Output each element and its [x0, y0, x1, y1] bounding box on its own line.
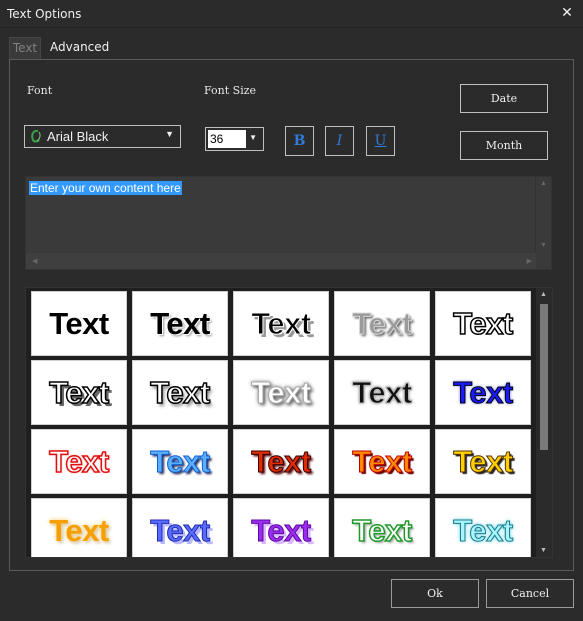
style-option-orange-red-outline[interactable]: Text: [334, 429, 430, 494]
close-icon[interactable]: ✕: [559, 5, 575, 21]
title-bar: Text Options ✕: [0, 0, 583, 28]
style-sample-text: Text: [352, 512, 413, 549]
font-size-label: Font Size: [204, 84, 257, 97]
underline-button[interactable]: U: [366, 126, 395, 156]
style-option-red-outline-white[interactable]: Text: [31, 429, 127, 494]
style-option-blue-outline[interactable]: Text: [435, 360, 531, 425]
style-sample-text: Text: [49, 374, 110, 411]
style-option-cyan-glow[interactable]: Text: [435, 498, 531, 557]
style-sample-text: Text: [49, 305, 109, 341]
style-sample-text: Text: [150, 374, 211, 411]
scrollbar-thumb[interactable]: [540, 304, 548, 450]
style-option-white-black-outline-shadow[interactable]: Text: [31, 360, 127, 425]
style-sample-text: Text: [352, 443, 413, 479]
style-sample-text: Text: [251, 512, 312, 548]
style-option-white-black-outline-drop[interactable]: Text: [132, 360, 228, 425]
style-option-blue-light[interactable]: Text: [132, 429, 228, 494]
style-sample-text: Text: [150, 512, 211, 548]
style-sample-text: Text: [453, 443, 514, 479]
style-option-white-black-outline[interactable]: Text: [435, 291, 531, 356]
scroll-right-icon[interactable]: ▶: [527, 257, 532, 265]
style-sample-text: Text: [251, 374, 312, 410]
style-option-black-gray-shadow[interactable]: Text: [233, 291, 329, 356]
ok-button[interactable]: Ok: [391, 579, 479, 608]
month-button[interactable]: Month: [460, 131, 548, 160]
style-option-yellow-black-outline[interactable]: Text: [435, 429, 531, 494]
style-option-plain-black[interactable]: Text: [31, 291, 127, 356]
style-sample-text: Text: [150, 443, 211, 479]
style-option-red-black-outline[interactable]: Text: [233, 429, 329, 494]
content-textarea[interactable]: Enter your own content here ▲ ▼ ◀ ▶: [25, 176, 552, 270]
font-label: Font: [27, 84, 53, 97]
style-sample-text: Text: [352, 305, 413, 341]
tab-text[interactable]: Text: [9, 37, 41, 59]
style-option-blue-purple-shadow[interactable]: Text: [132, 498, 228, 557]
style-option-black-outline-white[interactable]: Text: [132, 291, 228, 356]
style-sample-text: Text: [251, 443, 312, 479]
style-option-gray-faded[interactable]: Text: [334, 291, 430, 356]
cancel-button[interactable]: Cancel: [486, 579, 574, 608]
style-option-purple-shadow[interactable]: Text: [233, 498, 329, 557]
italic-button[interactable]: I: [325, 126, 354, 156]
gallery-scrollbar[interactable]: ▲ ▼: [536, 288, 552, 557]
style-sample-text: Text: [453, 305, 514, 342]
font-select[interactable]: Arial Black ▼: [24, 125, 181, 148]
textarea-horizontal-scrollbar[interactable]: ◀ ▶: [26, 253, 536, 269]
content-text: Enter your own content here: [29, 181, 182, 195]
scroll-down-icon[interactable]: ▼: [540, 547, 547, 554]
style-option-black-gray-outline[interactable]: Text: [334, 360, 430, 425]
bold-button[interactable]: B: [285, 126, 314, 156]
style-option-white-gray-glow[interactable]: Text: [233, 360, 329, 425]
tab-advanced[interactable]: Advanced: [50, 37, 110, 59]
font-size-value[interactable]: 36: [208, 130, 246, 148]
textarea-vertical-scrollbar[interactable]: ▲ ▼: [535, 177, 551, 269]
font-size-select[interactable]: 36 ▼: [205, 127, 264, 151]
style-option-orange-glow[interactable]: Text: [31, 498, 127, 557]
date-button[interactable]: Date: [460, 84, 548, 113]
style-sample-text: Text: [352, 374, 413, 410]
style-option-green-outline[interactable]: Text: [334, 498, 430, 557]
chevron-down-icon: ▼: [165, 129, 174, 139]
font-type-icon: [31, 129, 41, 143]
style-gallery: Text Text Text Text Text Text Text Text Text Text…: [25, 287, 553, 558]
font-select-value: Arial Black: [47, 129, 109, 144]
scroll-up-icon[interactable]: ▲: [540, 291, 547, 298]
style-sample-text: Text: [49, 512, 109, 548]
chevron-down-icon: ▼: [249, 133, 257, 142]
style-sample-text: Text: [453, 512, 514, 548]
style-sample-text: Text: [49, 443, 110, 480]
scroll-down-icon[interactable]: ▼: [540, 242, 547, 249]
options-panel: Font Font Size Date Month Arial Black ▼ …: [9, 59, 574, 571]
style-sample-text: Text: [453, 374, 514, 410]
window-title: Text Options: [7, 7, 82, 21]
scroll-up-icon[interactable]: ▲: [540, 180, 547, 187]
style-sample-text: Text: [150, 305, 210, 341]
scroll-left-icon[interactable]: ◀: [32, 257, 37, 265]
style-sample-text: Text: [251, 305, 312, 341]
